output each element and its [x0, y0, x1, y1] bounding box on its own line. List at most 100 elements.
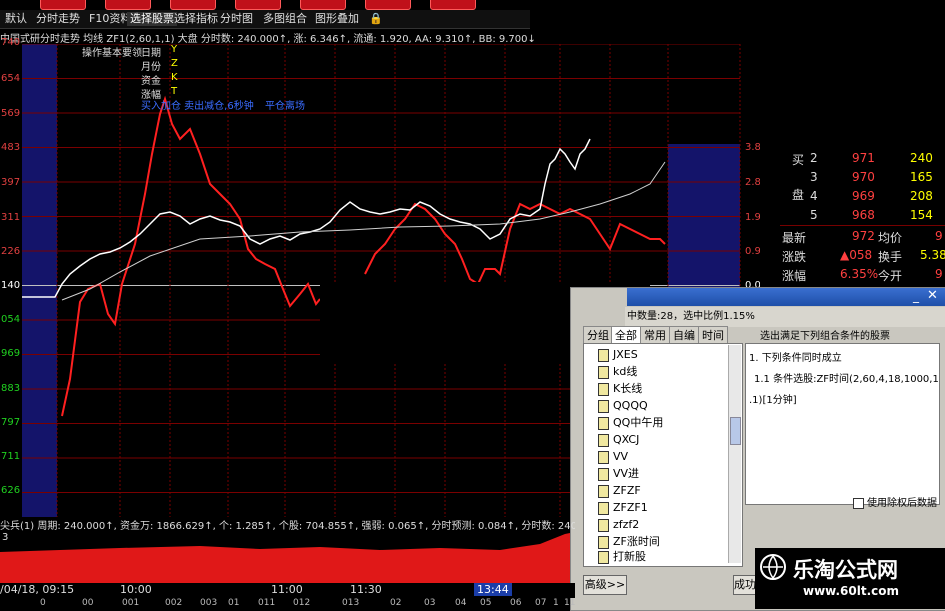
bid-volume: 240	[910, 151, 933, 165]
tree-item[interactable]: 打新股	[598, 548, 646, 565]
tree-item-label: QXCJ	[613, 433, 640, 446]
selection-count: 中数量:28，选中比例1.15%	[625, 307, 945, 327]
legend-note: 平仓离场	[265, 101, 305, 112]
tree-item[interactable]: ZFZF1	[598, 499, 648, 516]
dialog-titlebar[interactable]	[627, 288, 945, 306]
bid-volume: 208	[910, 189, 933, 203]
price-label: 311	[1, 212, 21, 223]
top-button[interactable]	[40, 0, 86, 10]
selection-count-text: 中数量:28，选中比例1.15%	[627, 311, 755, 322]
ok-button[interactable]: 成功	[733, 575, 757, 595]
date-label: 01	[228, 598, 240, 608]
bid-label: 买	[792, 153, 805, 167]
top-button[interactable]	[170, 0, 216, 10]
date-label: 001	[122, 598, 140, 608]
average-line	[61, 161, 666, 301]
formula-icon	[598, 416, 609, 430]
tree-item-label: QQ中午用	[613, 416, 664, 429]
formula-icon	[598, 399, 609, 413]
price-label: 569	[1, 108, 21, 119]
formula-icon	[598, 518, 609, 532]
date-label: 06	[510, 598, 522, 608]
tree-item-label: K长线	[613, 382, 643, 395]
tree-item[interactable]: kd线	[598, 363, 637, 380]
tree-item[interactable]: VV	[598, 448, 628, 465]
advanced-button[interactable]: 高级>>	[583, 575, 627, 595]
formula-icon	[598, 550, 609, 564]
checkbox[interactable]	[853, 497, 864, 509]
top-button[interactable]	[300, 0, 346, 10]
tool-default[interactable]: 默认	[2, 12, 30, 26]
bid-volume: 154	[910, 208, 933, 222]
tool-intraday[interactable]: 分时走势	[33, 12, 83, 26]
stat-value: 9	[935, 229, 943, 243]
legend-item-key: K	[171, 72, 178, 83]
pre-market-panel	[22, 44, 57, 517]
tool-intraday-chart[interactable]: 分时图	[217, 12, 256, 26]
bid-level: 3	[810, 170, 818, 184]
price-label: 054	[1, 314, 21, 325]
stat-value: 972	[852, 229, 875, 243]
tree-item[interactable]: K长线	[598, 380, 642, 397]
tree-item-label: zfzf2	[613, 518, 640, 531]
globe-logo-icon	[760, 554, 786, 580]
top-button[interactable]	[430, 0, 476, 10]
formula-icon	[598, 501, 609, 515]
legend-item-key: Z	[171, 58, 178, 69]
legend-item-label: 日期	[141, 48, 161, 59]
tree-item[interactable]: QQ中午用	[598, 414, 663, 431]
site-watermark: 乐淘公式网 www.60lt.com	[755, 548, 945, 609]
date-label: 02	[390, 598, 402, 608]
price-label: 797	[1, 417, 21, 428]
top-button[interactable]	[235, 0, 281, 10]
formula-icon	[598, 348, 609, 362]
scroll-thumb[interactable]	[730, 417, 741, 445]
tool-overlay[interactable]: 图形叠加	[312, 12, 362, 26]
tool-multi-chart[interactable]: 多图组合	[260, 12, 310, 26]
close-icon[interactable]: ✕	[927, 288, 938, 303]
tree-item[interactable]: QQQQ	[598, 397, 648, 414]
formula-icon	[598, 450, 609, 464]
legend-note: 买入加仓 卖出减仓,6秒钟	[141, 101, 254, 112]
time-label: /04/18, 09:15	[0, 583, 75, 596]
tree-scrollbar[interactable]	[728, 345, 741, 563]
time-label: 11:00	[271, 583, 303, 596]
formula-tree: JXES kd线 K长线 QQQQ QQ中午用 QXCJ VV VV进 ZFZF…	[583, 343, 743, 567]
price-label: 883	[1, 383, 21, 394]
watermark-title: 乐淘公式网	[793, 558, 898, 582]
date-label: 11	[564, 598, 576, 608]
volume-area	[0, 532, 575, 584]
bid-level: 5	[810, 208, 818, 222]
stat-value: 6.35%	[840, 267, 879, 281]
stat-label: 涨跌	[782, 250, 807, 264]
tree-item-label: ZFZF1	[613, 501, 648, 514]
tree-item[interactable]: QXCJ	[598, 431, 639, 448]
stat-label: 均价	[878, 231, 903, 245]
bid-level: 2	[810, 151, 818, 165]
watermark-url: www.60lt.com	[803, 584, 900, 598]
stat-value: 5.38	[920, 248, 945, 262]
volume-scale: 3	[2, 532, 9, 543]
minimize-icon[interactable]: _	[913, 289, 919, 303]
tool-select-stock[interactable]: 选择股票	[127, 12, 177, 26]
lock-icon[interactable]: 🔒	[366, 12, 386, 26]
date-label: 03	[424, 598, 436, 608]
stat-label: 最新	[782, 231, 807, 245]
tree-item[interactable]: zfzf2	[598, 516, 639, 533]
legend-item-label: 资金	[141, 76, 161, 87]
price-label: 626	[1, 485, 21, 496]
top-button[interactable]	[105, 0, 151, 10]
tool-select-indicator[interactable]: 选择指标	[171, 12, 221, 26]
red-price-line-segment	[61, 95, 321, 417]
formula-icon	[598, 535, 609, 549]
date-label: 04	[455, 598, 467, 608]
stat-label: 今开	[878, 269, 903, 283]
divider	[780, 225, 945, 226]
adjusted-data-option[interactable]: 使用除权后数据	[853, 494, 937, 509]
price-label: 969	[1, 348, 21, 359]
tree-item[interactable]: VV进	[598, 465, 639, 482]
top-button[interactable]	[365, 0, 411, 10]
date-label: 00	[82, 598, 94, 608]
tree-item[interactable]: ZFZF	[598, 482, 641, 499]
tree-item[interactable]: JXES	[598, 346, 638, 363]
